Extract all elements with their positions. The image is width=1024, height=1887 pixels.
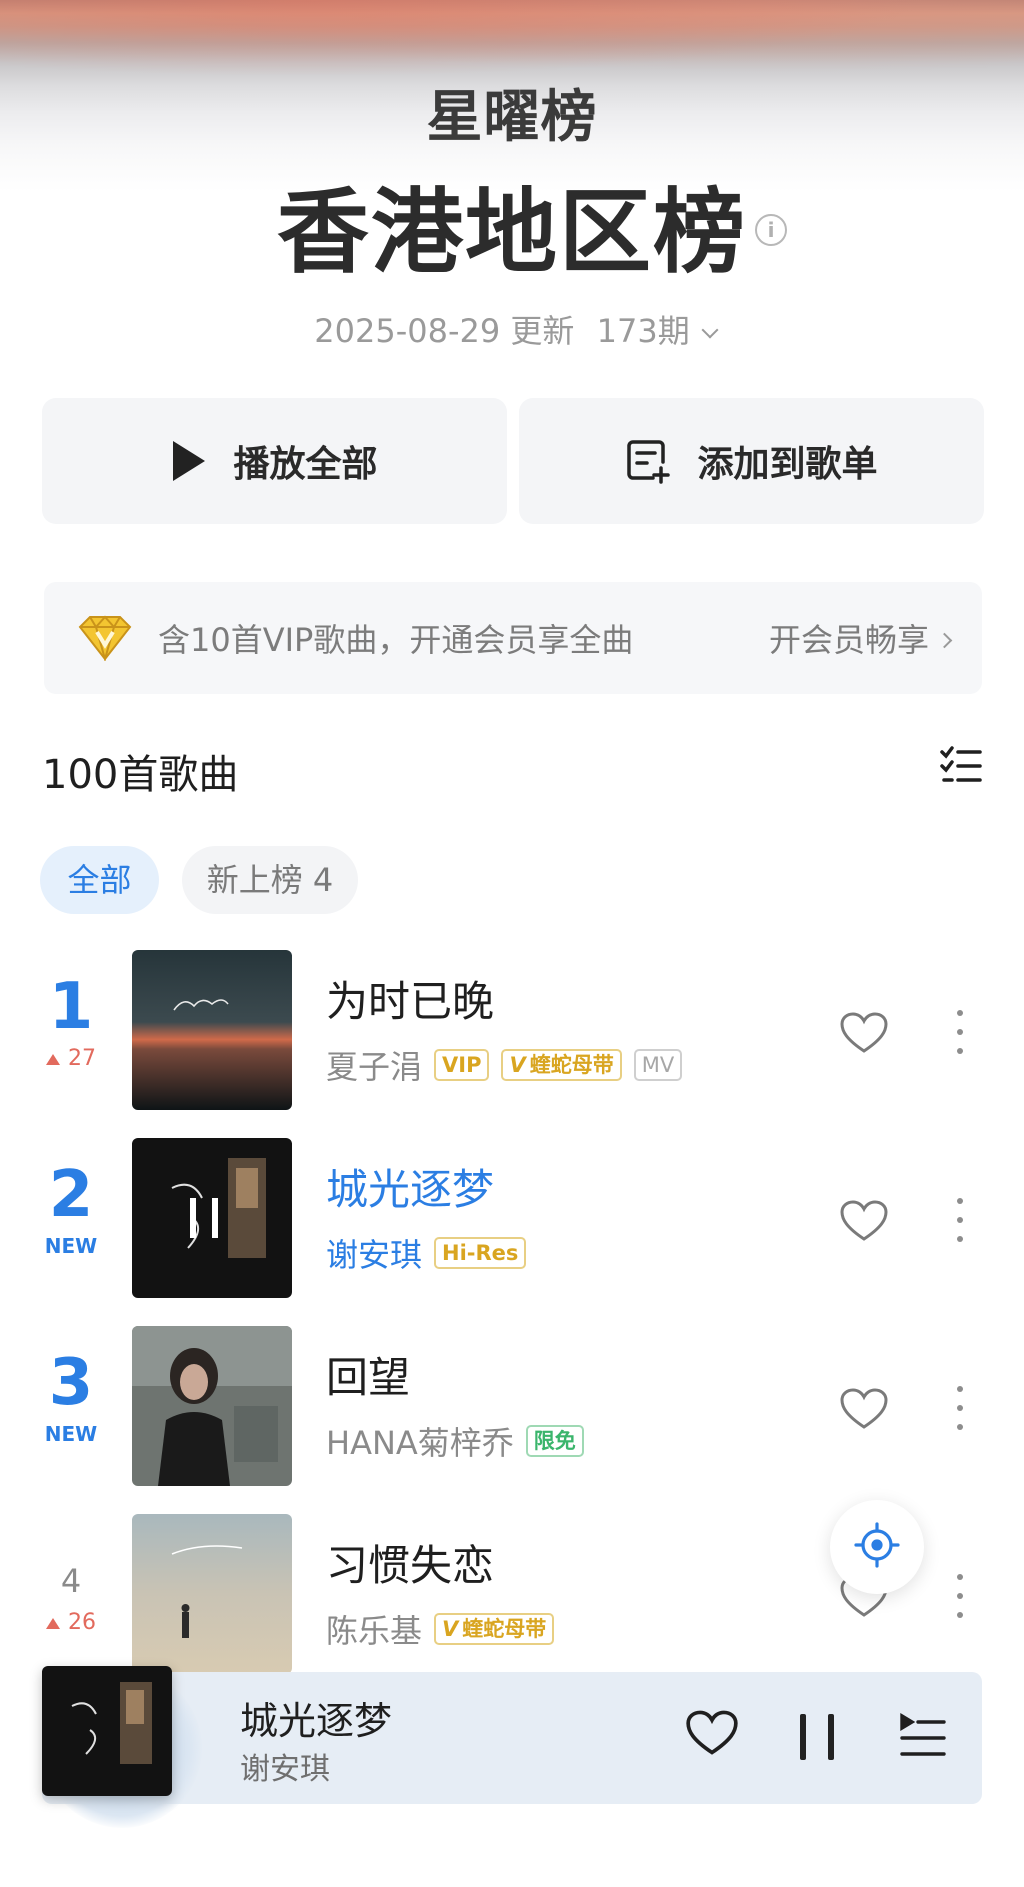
rank-change: NEW xyxy=(44,1234,98,1258)
add-to-playlist-icon xyxy=(625,438,671,484)
album-cover[interactable] xyxy=(132,1138,292,1298)
master-quality-badge: V 蝰蛇母带 xyxy=(434,1613,555,1645)
album-cover[interactable] xyxy=(132,1514,292,1674)
rank-number: 4 xyxy=(60,1562,82,1600)
now-playing-artist: 谢安琪 xyxy=(240,1752,330,1787)
song-row[interactable]: 1 27 为时已晚 夏子涓 VIP V 蝰蛇母带 MV xyxy=(0,950,1024,1120)
heart-icon[interactable] xyxy=(840,1388,888,1434)
vip-banner-text: 含10首VIP歌曲，开通会员享全曲 xyxy=(158,621,634,659)
chart-brand: 星曜榜 xyxy=(426,85,598,150)
play-all-button[interactable]: 播放全部 xyxy=(42,398,507,524)
queue-icon[interactable] xyxy=(900,1712,946,1762)
song-title: 回望 xyxy=(326,1353,411,1402)
now-playing-cover[interactable] xyxy=(42,1666,172,1796)
issue-number: 173期 xyxy=(596,312,690,350)
song-meta: HANA菊梓乔 限免 xyxy=(326,1418,596,1464)
vip-cta-label: 开会员畅享 xyxy=(768,621,929,659)
heart-icon[interactable] xyxy=(686,1710,738,1760)
play-icon xyxy=(171,439,207,483)
page-title: 香港地区榜 xyxy=(276,179,747,286)
artist-name[interactable]: 夏子涓 xyxy=(326,1042,422,1088)
rank-number: 1 xyxy=(48,970,94,1044)
more-icon[interactable] xyxy=(955,1386,965,1430)
locate-current-song-button[interactable] xyxy=(830,1500,924,1594)
rank-change: NEW xyxy=(44,1422,98,1446)
rank-number: 3 xyxy=(48,1346,94,1420)
album-cover[interactable] xyxy=(132,1326,292,1486)
song-count: 100首歌曲 xyxy=(42,752,239,798)
play-all-label: 播放全部 xyxy=(233,444,378,485)
viper-v-icon: V xyxy=(442,1617,459,1641)
add-to-playlist-label: 添加到歌单 xyxy=(697,444,878,485)
artist-name[interactable]: 谢安琪 xyxy=(326,1230,422,1276)
song-row[interactable]: 3 NEW 回望 HANA菊梓乔 限免 xyxy=(0,1326,1024,1496)
song-meta: 谢安琪 Hi-Res xyxy=(326,1230,538,1276)
chevron-down-icon xyxy=(701,321,719,339)
issue-selector[interactable]: 2025-08-29 更新 173期 xyxy=(0,306,1024,352)
master-quality-badge: V 蝰蛇母带 xyxy=(501,1049,622,1081)
pause-icon[interactable] xyxy=(800,1714,838,1760)
artist-name[interactable]: HANA菊梓乔 xyxy=(326,1418,514,1464)
song-meta: 夏子涓 VIP V 蝰蛇母带 MV xyxy=(326,1042,694,1088)
song-meta: 陈乐基 V 蝰蛇母带 xyxy=(326,1606,566,1652)
filter-chip-all[interactable]: 全部 xyxy=(40,846,159,914)
now-playing-title: 城光逐梦 xyxy=(240,1699,393,1743)
album-cover[interactable] xyxy=(132,950,292,1110)
rank-change: 27 xyxy=(36,1046,106,1071)
locate-icon xyxy=(854,1522,900,1572)
info-icon[interactable]: i xyxy=(755,214,787,246)
free-limited-badge: 限免 xyxy=(525,1425,584,1457)
song-title: 为时已晚 xyxy=(326,977,495,1026)
filter-chip-new[interactable]: 新上榜 4 xyxy=(182,846,358,914)
artist-name[interactable]: 陈乐基 xyxy=(326,1606,422,1652)
heart-icon[interactable] xyxy=(840,1012,888,1058)
song-title: 城光逐梦 xyxy=(326,1165,495,1214)
update-date: 2025-08-29 更新 xyxy=(314,312,575,350)
master-quality-label: 蝰蛇母带 xyxy=(462,1617,547,1641)
list-options-icon[interactable] xyxy=(940,746,982,786)
mv-badge[interactable]: MV xyxy=(633,1049,683,1081)
song-title: 习惯失恋 xyxy=(326,1541,495,1590)
vip-cta[interactable]: 开会员畅享 xyxy=(768,615,953,661)
master-quality-label: 蝰蛇母带 xyxy=(529,1053,614,1077)
more-icon[interactable] xyxy=(955,1010,965,1054)
song-row[interactable]: 2 NEW 城光逐梦 谢安琪 Hi-Res xyxy=(0,1138,1024,1308)
hi-res-badge: Hi-Res xyxy=(434,1237,527,1269)
chevron-right-icon xyxy=(936,632,953,649)
heart-icon[interactable] xyxy=(840,1200,888,1246)
more-icon[interactable] xyxy=(955,1198,965,1242)
rank-change: 26 xyxy=(36,1610,106,1635)
vip-diamond-icon xyxy=(76,615,134,661)
viper-v-icon: V xyxy=(509,1053,526,1077)
more-icon[interactable] xyxy=(955,1574,965,1618)
rank-number: 2 xyxy=(48,1158,94,1232)
vip-banner[interactable]: 含10首VIP歌曲，开通会员享全曲 开会员畅享 xyxy=(44,582,982,694)
add-to-playlist-button[interactable]: 添加到歌单 xyxy=(519,398,984,524)
vip-badge: VIP xyxy=(434,1049,490,1081)
